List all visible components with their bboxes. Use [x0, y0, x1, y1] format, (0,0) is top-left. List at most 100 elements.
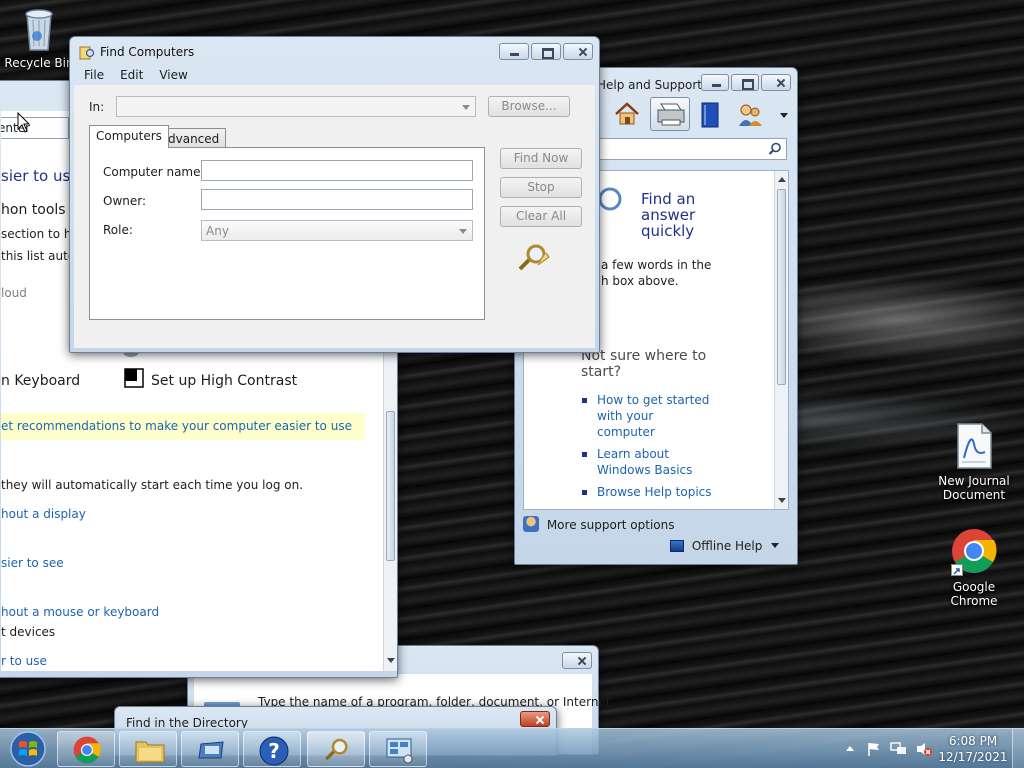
use-without-mouse-link[interactable]: hout a mouse or keyboard — [1, 605, 159, 619]
not-sure-heading: Not sure where to start? — [581, 348, 706, 380]
taskbar-control-panel-button[interactable] — [181, 731, 239, 767]
menu-file[interactable]: File — [84, 68, 104, 82]
clock-date[interactable]: 12/17/2021 — [933, 750, 1013, 764]
network-icon[interactable] — [890, 741, 908, 757]
role-dropdown[interactable]: Any — [201, 220, 473, 241]
help-link-line[interactable]: with your — [597, 408, 709, 424]
find-computers-window[interactable]: Find Computers File Edit View In: Browse… — [69, 36, 600, 353]
maximize-button[interactable] — [531, 43, 561, 60]
menu-view[interactable]: View — [159, 68, 187, 82]
show-desktop-button[interactable] — [1012, 729, 1024, 768]
offline-help-dropdown[interactable]: Offline Help — [670, 539, 780, 553]
clear-all-button[interactable]: Clear All — [500, 206, 582, 227]
browse-button[interactable]: Browse... — [488, 96, 570, 117]
volume-muted-icon[interactable] — [915, 741, 933, 757]
scroll-down-arrow-icon[interactable] — [387, 658, 395, 663]
close-button[interactable] — [563, 43, 593, 60]
role-label: Role: — [103, 223, 133, 237]
action-center-flag-icon[interactable] — [866, 741, 882, 757]
search-input[interactable]: enter — [1, 117, 69, 139]
desktop-icon-google-chrome[interactable]: Google Chrome — [934, 528, 1014, 608]
find-now-button[interactable]: Find Now — [500, 148, 582, 169]
search-hint-line: h box above. — [601, 274, 679, 288]
computers-tab-panel: Computer name: Owner: Role: Any — [89, 147, 485, 320]
options-dropdown-arrow-icon[interactable] — [780, 113, 788, 118]
more-support-options-label[interactable]: More support options — [547, 518, 675, 532]
scroll-up-arrow-icon[interactable] — [778, 177, 786, 182]
offline-help-label[interactable]: Offline Help — [692, 539, 763, 553]
in-dropdown[interactable] — [116, 96, 476, 117]
close-button[interactable] — [520, 711, 550, 727]
scroll-down-arrow-icon[interactable] — [778, 498, 786, 503]
help-link-line[interactable]: computer — [597, 424, 709, 440]
minimize-button[interactable] — [499, 43, 529, 60]
close-button[interactable] — [562, 652, 592, 669]
journal-document-icon — [955, 422, 993, 470]
help-link-line[interactable]: Learn about — [597, 446, 692, 462]
help-link-item[interactable]: Browse Help topics — [582, 484, 712, 500]
people-icon — [739, 104, 762, 126]
tab-computers[interactable]: Computers — [89, 125, 169, 148]
scrollbar-thumb[interactable] — [386, 411, 395, 561]
recommendations-banner[interactable]: et recommendations to make your computer… — [1, 413, 365, 440]
owner-input[interactable] — [201, 189, 473, 210]
start-button[interactable] — [4, 730, 52, 768]
mouse-cursor-icon — [17, 112, 31, 133]
maximize-button[interactable] — [731, 74, 759, 91]
help-link-line[interactable]: Browse Help topics — [597, 484, 712, 500]
on-screen-keyboard-link[interactable]: n Keyboard — [1, 373, 80, 389]
computer-name-input[interactable] — [201, 160, 473, 181]
help-link-item[interactable]: Learn about Windows Basics — [582, 446, 692, 478]
show-hidden-icons-arrow-icon[interactable] — [846, 746, 854, 751]
find-answer-line: quickly — [641, 222, 695, 240]
desktop-icon-recycle-bin[interactable]: Recycle Bin — [0, 6, 79, 70]
make-easier-to-use-link[interactable]: r to use — [1, 654, 47, 668]
menu-edit[interactable]: Edit — [120, 68, 143, 82]
clock-time[interactable]: 6:08 PM — [933, 734, 1013, 748]
help-link-line[interactable]: Windows Basics — [597, 462, 692, 478]
help-link-item[interactable]: How to get started with your computer — [582, 392, 709, 440]
taskbar-help-button[interactable]: ? — [243, 731, 301, 767]
scrollbar-thumb[interactable] — [777, 189, 786, 385]
taskbar-network-button[interactable] — [369, 731, 427, 767]
search-icon[interactable] — [768, 142, 782, 156]
section-description: section to he — [1, 227, 79, 241]
taskbar-explorer-button[interactable] — [119, 731, 177, 767]
chevron-down-icon — [462, 105, 470, 110]
bullet — [582, 398, 587, 403]
bullet — [582, 490, 587, 495]
bullet — [582, 452, 587, 457]
more-support-options-button[interactable]: More support options — [523, 516, 674, 532]
taskbar-find-computers-button[interactable] — [307, 731, 365, 767]
make-easier-to-see-link[interactable]: sier to see — [1, 556, 64, 570]
book-icon — [701, 102, 719, 128]
folder-icon — [135, 741, 165, 763]
print-button[interactable] — [650, 97, 690, 131]
svg-text:?: ? — [268, 739, 280, 763]
auto-start-text: they will automatically start each time … — [1, 478, 304, 492]
ask-button[interactable] — [737, 102, 763, 130]
browse-help-button[interactable] — [700, 102, 722, 130]
vertical-scrollbar[interactable] — [774, 171, 788, 509]
find-answer-line: answer — [641, 206, 696, 224]
windows-logo-icon — [10, 731, 46, 767]
help-search-input[interactable] — [597, 138, 787, 160]
not-sure-line: start? — [581, 364, 622, 380]
search-hint: a few words in the h box above. — [601, 257, 711, 289]
minimize-button[interactable] — [701, 74, 729, 91]
help-home-button[interactable] — [613, 100, 643, 130]
desktop-icon-label: Google — [952, 580, 996, 594]
stop-button[interactable]: Stop — [500, 177, 582, 198]
taskbar-chrome-button[interactable] — [57, 731, 115, 767]
use-without-display-link[interactable]: hout a display — [1, 507, 86, 521]
set-up-high-contrast-link[interactable]: Set up High Contrast — [151, 373, 297, 389]
chrome-icon — [951, 528, 997, 576]
desktop-icon-new-journal-document[interactable]: New Journal Document — [934, 422, 1014, 502]
recommendations-link[interactable]: et recommendations to make your computer… — [1, 419, 352, 433]
network-computer-icon — [386, 738, 413, 764]
shortcut-arrow-icon — [951, 564, 963, 576]
help-link-line[interactable]: How to get started — [597, 392, 709, 408]
close-button[interactable] — [761, 74, 791, 91]
window-title: Help and Support — [597, 78, 702, 92]
desktop-icon-label: New Journal — [938, 474, 1010, 488]
